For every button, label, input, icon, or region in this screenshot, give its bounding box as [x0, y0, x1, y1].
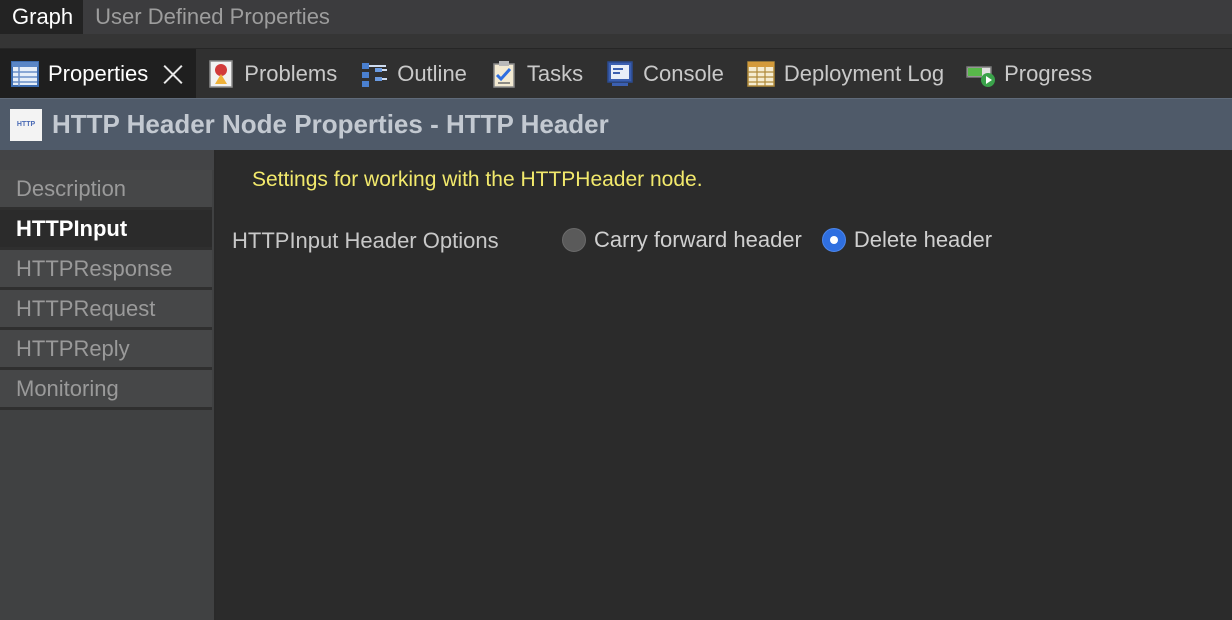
progress-icon — [966, 60, 996, 88]
tab-outline-label: Outline — [397, 60, 467, 86]
tab-bar-gap — [0, 34, 1232, 48]
sidebar-item-monitoring[interactable]: Monitoring — [0, 370, 212, 410]
tab-graph[interactable]: Graph — [0, 0, 84, 34]
properties-header: HTTP HTTP Header Node Properties - HTTP … — [0, 98, 1232, 150]
header-options-radio-group: Carry forward header Delete header — [562, 227, 1012, 253]
tab-console[interactable]: Console — [595, 49, 736, 99]
properties-table-icon — [10, 60, 40, 88]
tab-deployment-log-label: Deployment Log — [783, 60, 945, 86]
radio-checked-icon[interactable] — [821, 228, 846, 252]
tasks-icon — [489, 60, 519, 88]
console-icon — [605, 60, 635, 88]
tab-deployment-log[interactable]: Deployment Log — [736, 49, 956, 99]
sidebar-item-httpresponse[interactable]: HTTPResponse — [0, 250, 212, 290]
sidebar-top-strip — [0, 150, 214, 170]
tab-problems[interactable]: Problems — [196, 49, 349, 99]
property-sidebar: Description HTTPInput HTTPResponse HTTPR… — [0, 150, 216, 620]
radio-unchecked-icon[interactable] — [562, 228, 586, 252]
carry-forward-header-radio[interactable]: Carry forward header — [562, 227, 802, 253]
http-node-icon-label: HTTP — [16, 121, 36, 128]
sidebar-item-httpinput[interactable]: HTTPInput — [0, 210, 212, 250]
sidebar-item-description[interactable]: Description — [0, 170, 212, 210]
tab-properties[interactable]: Properties — [0, 48, 197, 99]
header-options-label: HTTPInput Header Options — [232, 228, 499, 253]
view-tab-bar: Properties Problems Outline Tasks Consol… — [0, 48, 1232, 99]
deployment-log-icon — [746, 60, 776, 88]
section-description: Settings for working with the HTTPHeader… — [252, 168, 703, 191]
tab-user-defined-properties[interactable]: User Defined Properties — [83, 0, 340, 34]
editor-tab-bar: Graph User Defined Properties — [0, 0, 1232, 38]
page-title: HTTP Header Node Properties - HTTP Heade… — [52, 109, 609, 139]
tab-progress[interactable]: Progress — [956, 49, 1104, 99]
tab-properties-label: Properties — [48, 60, 149, 86]
http-node-icon: HTTP — [10, 108, 42, 141]
tab-console-label: Console — [643, 60, 724, 86]
tab-tasks[interactable]: Tasks — [479, 49, 595, 99]
close-icon[interactable] — [162, 63, 184, 85]
delete-header-label[interactable]: Delete header — [854, 227, 992, 253]
outline-icon — [359, 60, 389, 88]
sidebar-item-httprequest[interactable]: HTTPRequest — [0, 290, 212, 330]
properties-content: Settings for working with the HTTPHeader… — [216, 150, 1232, 620]
tab-outline[interactable]: Outline — [349, 49, 479, 99]
tab-tasks-label: Tasks — [526, 60, 584, 86]
problems-icon — [206, 59, 236, 88]
tab-progress-label: Progress — [1004, 60, 1093, 86]
sidebar-item-httpreply[interactable]: HTTPReply — [0, 330, 212, 370]
carry-forward-header-label[interactable]: Carry forward header — [594, 227, 802, 253]
tab-problems-label: Problems — [244, 60, 338, 86]
delete-header-radio[interactable]: Delete header — [821, 227, 992, 253]
